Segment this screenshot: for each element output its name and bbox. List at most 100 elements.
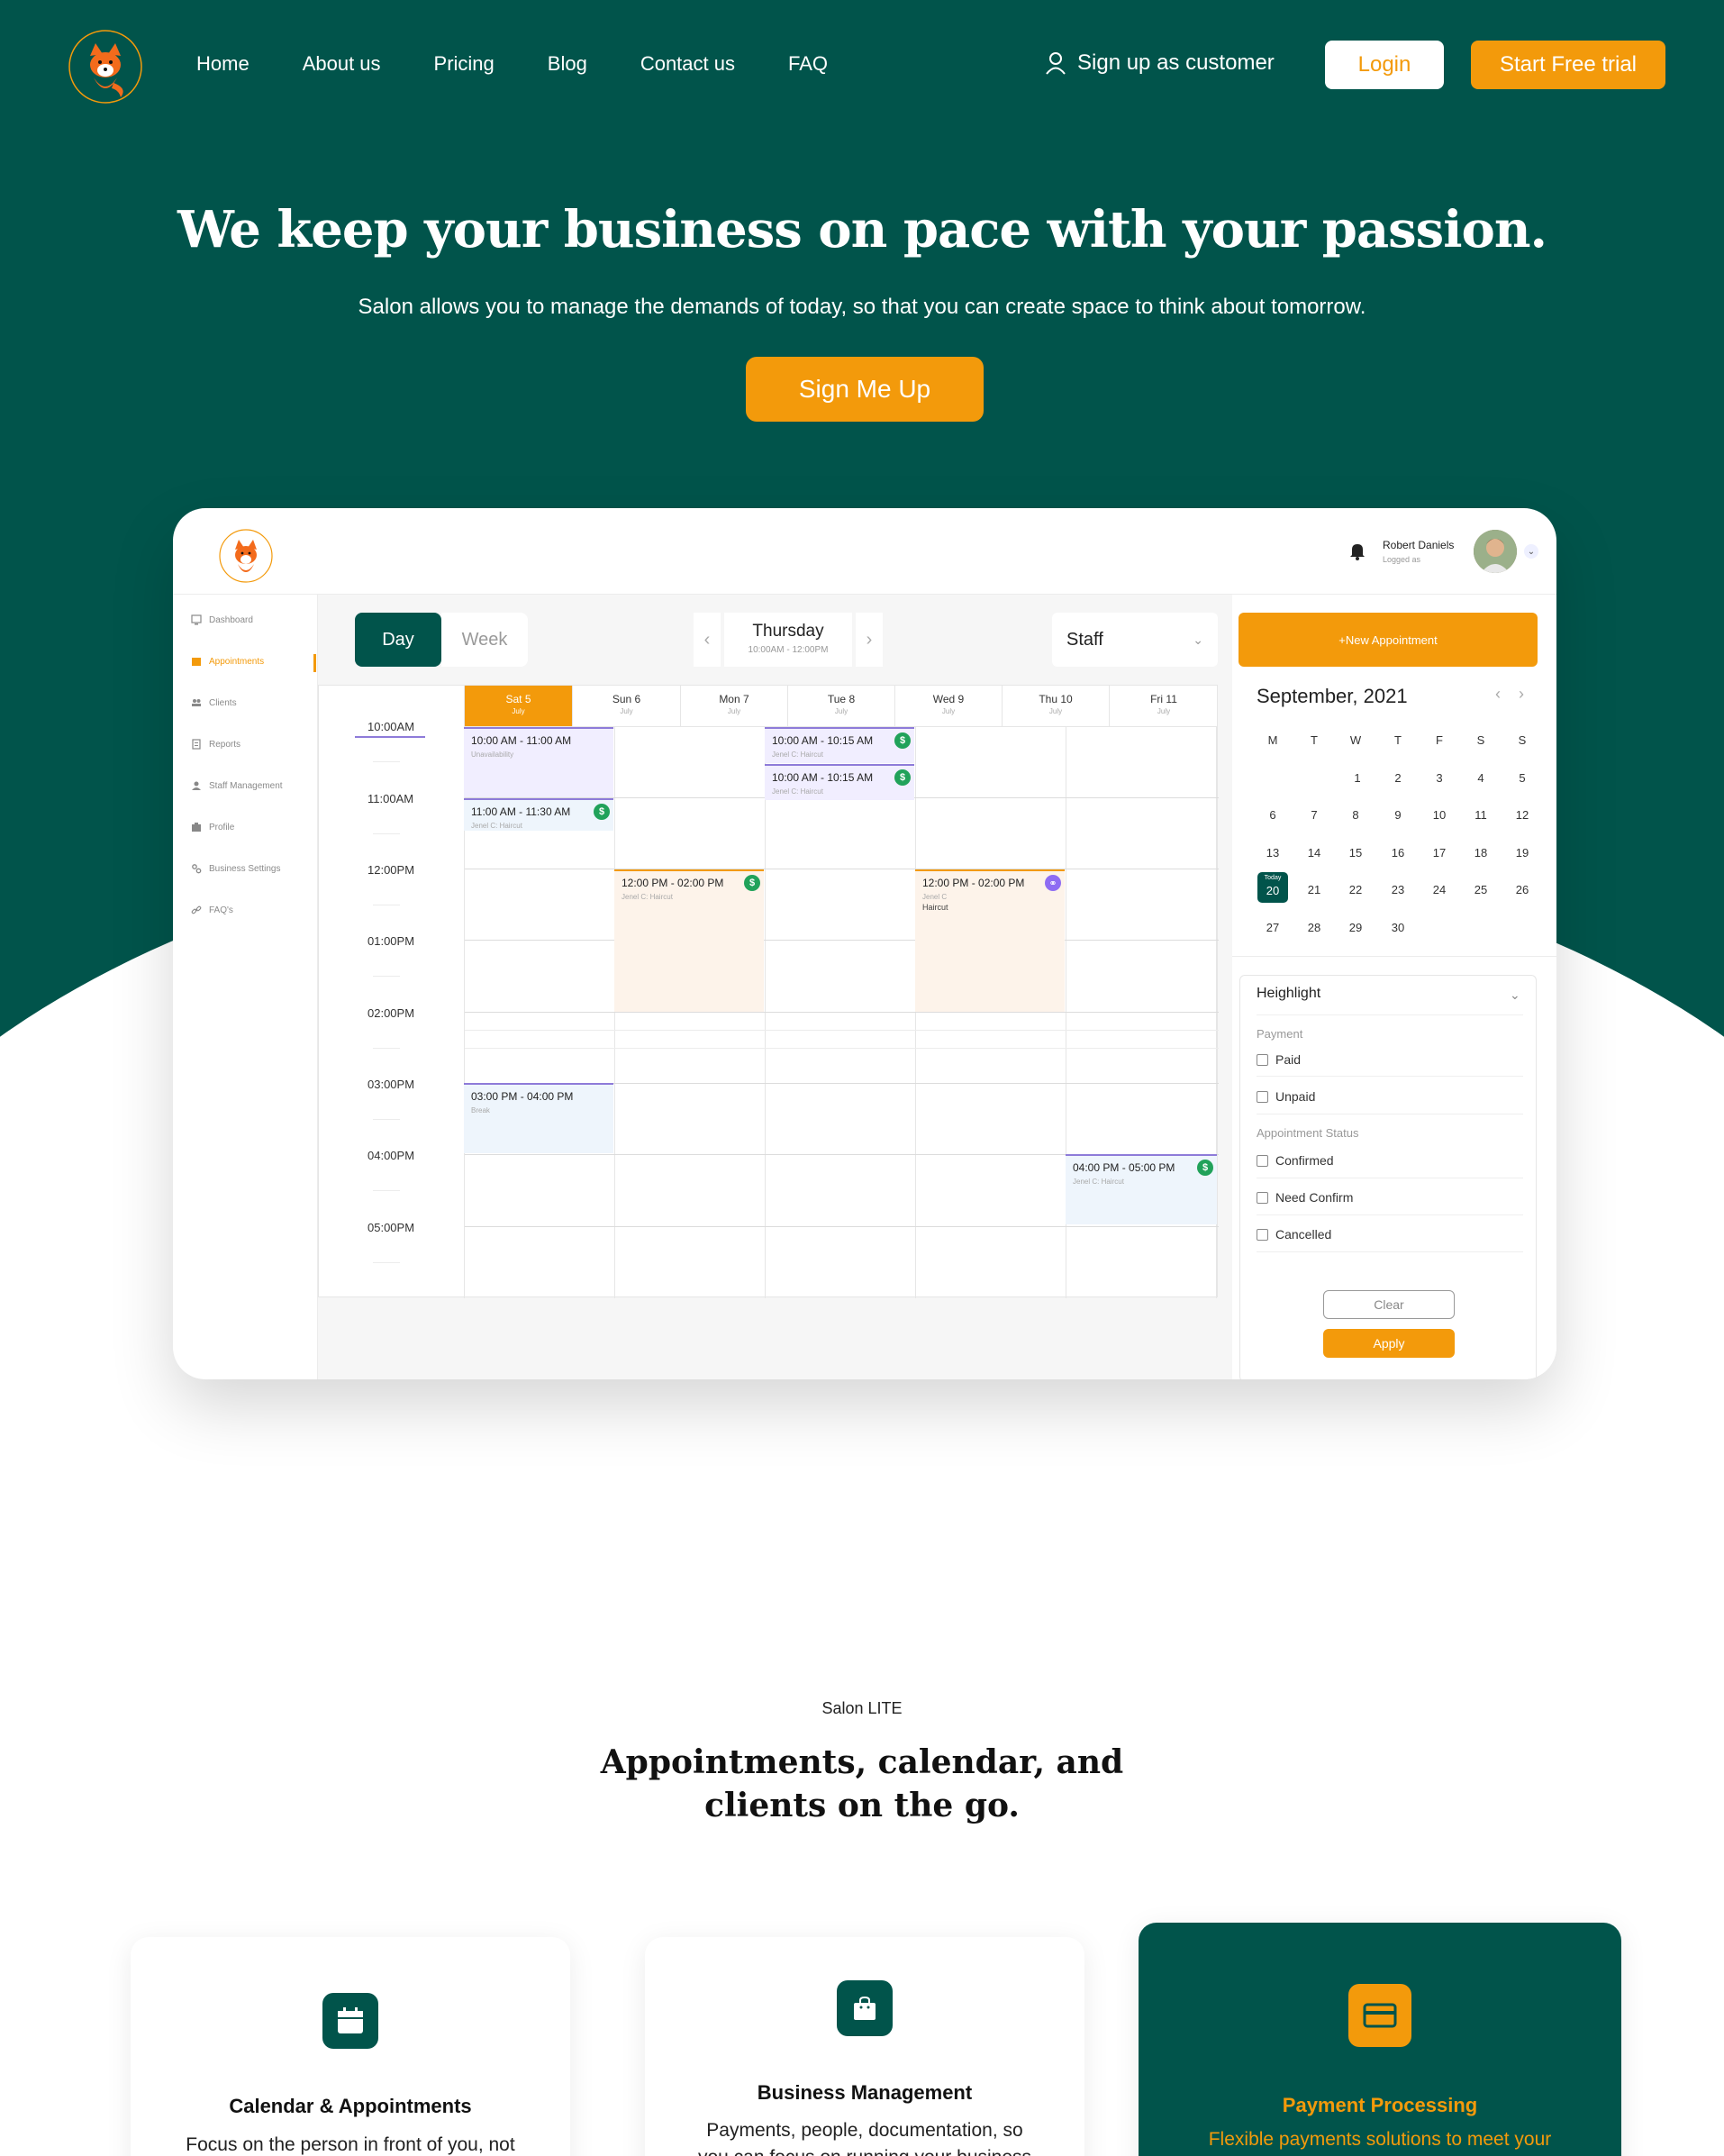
calendar-day[interactable]: 26 [1507, 878, 1538, 903]
sidebar-item-reports[interactable]: Reports [191, 739, 240, 750]
nav-link-contact[interactable]: Contact us [640, 52, 735, 76]
chevron-right-icon[interactable]: › [1519, 685, 1524, 704]
checkbox[interactable] [1257, 1228, 1268, 1241]
chevron-down-icon[interactable]: ⌄ [1524, 544, 1538, 559]
sidebar-item-staff-management[interactable]: Staff Management [191, 780, 283, 791]
day-header[interactable]: Wed 9 July [895, 686, 1003, 727]
checkbox[interactable] [1257, 1154, 1268, 1167]
sidebar-item-business-settings[interactable]: Business Settings [191, 863, 281, 874]
calendar-day[interactable]: 9 [1383, 803, 1413, 828]
calendar-day[interactable]: 18 [1465, 841, 1496, 866]
sign-me-up-button[interactable]: Sign Me Up [746, 357, 984, 422]
user-icon [1046, 52, 1066, 75]
filter-label: Need Confirm [1275, 1190, 1354, 1205]
calendar-day[interactable]: 25 [1465, 878, 1496, 903]
staff-select[interactable]: Staff ⌄ [1052, 613, 1218, 667]
chevron-down-icon[interactable]: ⌄ [1510, 987, 1520, 1003]
feature-card-payment[interactable]: Payment Processing Flexible payments sol… [1139, 1923, 1621, 2156]
calendar-day[interactable]: 4 [1465, 766, 1496, 791]
calendar-day[interactable]: 8 [1340, 803, 1371, 828]
calendar-day[interactable]: 7 [1299, 803, 1329, 828]
appointment-detail: Jenel C: Haircut [772, 787, 823, 796]
appointment-block[interactable]: 11:00 AM - 11:30 AM Jenel C: Haircut $ [464, 798, 613, 831]
calendar-day[interactable]: 15 [1340, 841, 1371, 866]
checkbox[interactable] [1257, 1191, 1268, 1204]
signup-customer-label: Sign up as customer [1077, 50, 1275, 75]
sidebar-item-profile[interactable]: Profile [191, 822, 234, 832]
appointment-detail: Jenel C [922, 893, 948, 901]
appointment-block[interactable]: 10:00 AM - 10:15 AM Jenel C: Haircut $ [765, 727, 914, 763]
calendar-day[interactable]: 23 [1383, 878, 1413, 903]
appointment-block[interactable]: 12:00 PM - 02:00 PM Jenel C: Haircut $ [614, 869, 764, 1012]
appointment-block[interactable]: 12:00 PM - 02:00 PM Jenel C Haircut ⚭ [915, 869, 1065, 1012]
calendar-day[interactable]: 13 [1257, 841, 1288, 866]
filter-label: Paid [1275, 1052, 1302, 1067]
new-appointment-button[interactable]: +New Appointment [1239, 613, 1538, 667]
calendar-day[interactable]: 10 [1424, 803, 1455, 828]
date-prev-button[interactable]: ‹ [694, 613, 721, 667]
calendar-day[interactable]: 1 [1342, 766, 1373, 791]
calendar-day[interactable]: 21 [1299, 878, 1329, 903]
calendar-day-today[interactable]: Today 20 [1257, 872, 1288, 903]
filter-cancelled[interactable]: Cancelled [1257, 1227, 1331, 1242]
day-header[interactable]: Sun 6 July [573, 686, 681, 727]
checkbox[interactable] [1257, 1053, 1268, 1066]
calendar-day[interactable]: 19 [1507, 841, 1538, 866]
time-label: 10:00AM [367, 720, 415, 733]
sidebar-item-dashboard[interactable]: Dashboard [191, 614, 253, 625]
day-header[interactable]: Mon 7 July [681, 686, 788, 727]
calendar-day[interactable]: 5 [1507, 766, 1538, 791]
booking-fox-logo[interactable] [67, 25, 144, 106]
signup-customer-link[interactable]: Sign up as customer [1045, 50, 1275, 76]
calendar-day[interactable]: 28 [1299, 915, 1329, 941]
filter-need-confirm[interactable]: Need Confirm [1257, 1190, 1353, 1205]
calendar-day[interactable]: 2 [1383, 766, 1413, 791]
filter-unpaid[interactable]: Unpaid [1257, 1089, 1315, 1104]
calendar-day[interactable]: 30 [1383, 915, 1413, 941]
day-header[interactable]: Fri 11 July [1110, 686, 1218, 727]
avatar[interactable] [1474, 530, 1517, 573]
nav-link-pricing[interactable]: Pricing [434, 52, 495, 76]
feature-card-calendar[interactable]: Calendar & Appointments Focus on the per… [131, 1937, 570, 2156]
calendar-day[interactable]: 14 [1299, 841, 1329, 866]
calendar-day[interactable]: 29 [1340, 915, 1371, 941]
calendar-day[interactable]: 3 [1424, 766, 1455, 791]
nav-link-faq[interactable]: FAQ [788, 52, 828, 76]
nav-link-about[interactable]: About us [303, 52, 381, 76]
checkbox[interactable] [1257, 1090, 1268, 1103]
sidebar-item-appointments[interactable]: Appointments [191, 656, 264, 667]
calendar-day[interactable]: 11 [1465, 803, 1496, 828]
appointment-block[interactable]: 03:00 PM - 04:00 PM Break [464, 1083, 613, 1153]
start-free-trial-button[interactable]: Start Free trial [1471, 41, 1665, 89]
calendar-day[interactable]: 27 [1257, 915, 1288, 941]
day-header[interactable]: Tue 8 July [788, 686, 895, 727]
bell-icon[interactable] [1349, 542, 1366, 565]
week-view-button[interactable]: Week [441, 613, 528, 667]
appointment-block[interactable]: 10:00 AM - 10:15 AM Jenel C: Haircut $ [765, 764, 914, 800]
filter-paid[interactable]: Paid [1257, 1052, 1301, 1067]
calendar-day[interactable]: 12 [1507, 803, 1538, 828]
day-view-button[interactable]: Day [355, 613, 441, 667]
calendar-day[interactable]: 24 [1424, 878, 1455, 903]
day-header[interactable]: Thu 10 July [1003, 686, 1110, 727]
nav-link-home[interactable]: Home [196, 52, 250, 76]
date-next-button[interactable]: › [856, 613, 883, 667]
feature-card-business[interactable]: Business Management Payments, people, do… [645, 1937, 1084, 2156]
clear-filters-button[interactable]: Clear [1323, 1290, 1455, 1319]
apply-filters-button[interactable]: Apply [1323, 1329, 1455, 1358]
sidebar-item-clients[interactable]: Clients [191, 697, 237, 708]
calendar-day[interactable]: 17 [1424, 841, 1455, 866]
day-header-today[interactable]: Sat 5 July [465, 686, 573, 727]
nav-link-blog[interactable]: Blog [548, 52, 587, 76]
feature-description: Flexible payments solutions to meet your… [1208, 2129, 1552, 2150]
calendar-day[interactable]: 22 [1340, 878, 1371, 903]
appointment-time: 10:00 AM - 11:00 AM [471, 734, 572, 747]
calendar-day[interactable]: 16 [1383, 841, 1413, 866]
appointment-block[interactable]: 04:00 PM - 05:00 PM Jenel C: Haircut $ [1066, 1154, 1217, 1224]
chevron-left-icon[interactable]: ‹ [1495, 685, 1501, 704]
sidebar-item-faqs[interactable]: FAQ's [191, 905, 233, 915]
login-button[interactable]: Login [1325, 41, 1444, 89]
calendar-day[interactable]: 6 [1257, 803, 1288, 828]
filter-confirmed[interactable]: Confirmed [1257, 1153, 1334, 1168]
appointment-block[interactable]: 10:00 AM - 11:00 AM Unavailability [464, 727, 613, 797]
